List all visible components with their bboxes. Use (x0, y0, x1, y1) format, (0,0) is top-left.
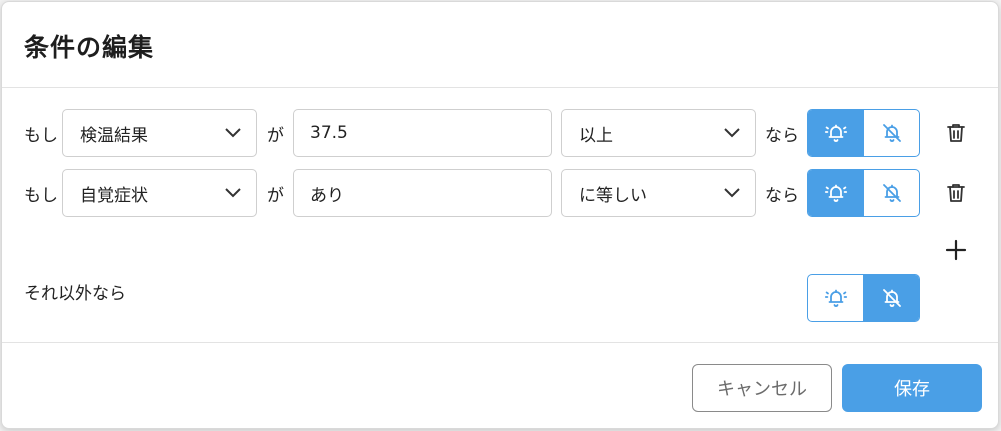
delete-condition-button[interactable] (944, 121, 968, 145)
bell-off-icon (882, 184, 901, 202)
save-button[interactable]: 保存 (842, 364, 982, 412)
field-select[interactable]: 自覚症状 (62, 169, 257, 217)
plus-icon (945, 239, 967, 261)
alert-on-button[interactable] (808, 275, 863, 321)
alert-off-button[interactable] (863, 110, 919, 156)
delete-condition-button[interactable] (944, 181, 968, 205)
bell-ringing-icon (824, 289, 847, 307)
field-select-value: 自覚症状 (80, 185, 148, 206)
alert-off-button[interactable] (863, 170, 919, 216)
bell-ringing-icon (824, 124, 847, 142)
trash-icon (947, 184, 965, 202)
if-label: もし (24, 186, 58, 206)
chevron-down-icon (225, 128, 241, 138)
alert-off-button[interactable] (863, 275, 919, 321)
edit-condition-dialog: 条件の編集 もし 検温結果 が 以上 なら (1, 1, 999, 429)
header-divider (2, 87, 998, 88)
operator-select-value: 以上 (579, 125, 613, 146)
connector-label: が (267, 186, 284, 206)
field-select[interactable]: 検温結果 (62, 109, 257, 157)
trash-icon (947, 124, 965, 142)
operator-select[interactable]: 以上 (561, 109, 756, 157)
value-input[interactable] (293, 169, 552, 217)
condition-row: もし 自覚症状 が に等しい なら (2, 169, 998, 217)
alert-on-button[interactable] (808, 110, 863, 156)
cancel-button[interactable]: キャンセル (692, 364, 832, 412)
bell-off-icon (882, 289, 901, 307)
else-label: それ以外なら (24, 284, 126, 304)
else-alert-toggle (807, 274, 920, 322)
operator-select[interactable]: に等しい (561, 169, 756, 217)
field-select-value: 検温結果 (80, 125, 148, 146)
alert-on-button[interactable] (808, 170, 863, 216)
bell-ringing-icon (824, 184, 847, 202)
operator-select-value: に等しい (579, 185, 647, 206)
alert-toggle (807, 169, 920, 217)
value-input[interactable] (293, 109, 552, 157)
if-label: もし (24, 126, 58, 146)
chevron-down-icon (225, 188, 241, 198)
add-condition-button[interactable] (944, 238, 968, 262)
footer-divider (2, 342, 998, 343)
alert-toggle (807, 109, 920, 157)
chevron-down-icon (724, 188, 740, 198)
chevron-down-icon (724, 128, 740, 138)
condition-row: もし 検温結果 が 以上 なら (2, 109, 998, 157)
then-label: なら (765, 126, 799, 146)
bell-off-icon (882, 124, 901, 142)
dialog-title: 条件の編集 (24, 33, 155, 62)
connector-label: が (267, 126, 284, 146)
then-label: なら (765, 186, 799, 206)
